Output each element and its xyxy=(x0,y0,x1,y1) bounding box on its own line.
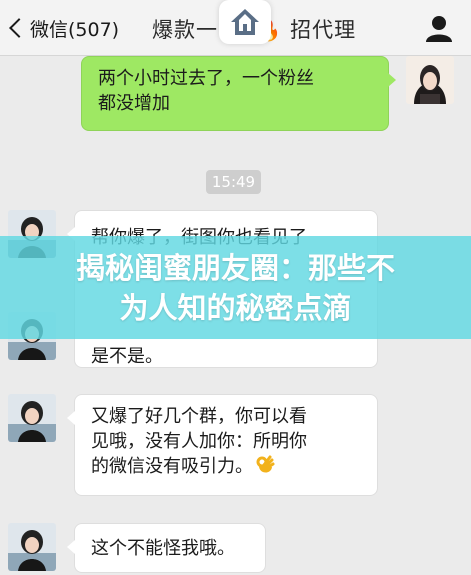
avatar-self[interactable] xyxy=(406,56,454,104)
ok-hand-emoji-icon xyxy=(256,455,275,473)
avatar-contact[interactable] xyxy=(8,394,56,442)
chevron-left-icon xyxy=(9,18,29,38)
chat-header: 微信(507) 爆款一 发 🔥 招代理 xyxy=(0,0,471,56)
message-line: 的微信没有吸引力。 xyxy=(91,456,253,477)
message-bubble-outgoing[interactable]: 两个小时过去了，一个粉丝 都没增加 xyxy=(81,56,396,131)
message-line: 又爆了好几个群，你可以看 xyxy=(91,406,307,427)
message-line: 这个不能怪我哦。 xyxy=(91,538,235,559)
message-line: 见哦，没有人加你：所明你 xyxy=(91,431,307,452)
person-icon[interactable] xyxy=(424,14,454,42)
timestamp: 15:49 xyxy=(206,170,261,194)
message-bubble-incoming[interactable]: 这个不能怪我哦。 xyxy=(67,523,266,573)
message-last-line: 的微信没有吸引力。 xyxy=(91,454,361,479)
banner-line: 为人知的秘密点滴 xyxy=(119,291,352,325)
banner-line: 揭秘闺蜜朋友圈：那些不 xyxy=(75,251,395,285)
message-bubble-incoming[interactable]: 又爆了好几个群，你可以看 见哦，没有人加你：所明你 的微信没有吸引力。 xyxy=(67,394,378,496)
message-line: 都没增加 xyxy=(98,93,170,114)
back-label: 微信(507) xyxy=(30,18,120,41)
headline-banner: 揭秘闺蜜朋友圈：那些不 为人知的秘密点滴 xyxy=(0,236,471,339)
back-button[interactable]: 微信(507) xyxy=(6,12,119,44)
message-line: 是不是。 xyxy=(91,346,163,367)
home-icon[interactable] xyxy=(219,0,271,44)
message-line: 两个小时过去了，一个粉丝 xyxy=(98,68,314,89)
avatar-contact[interactable] xyxy=(8,523,56,571)
